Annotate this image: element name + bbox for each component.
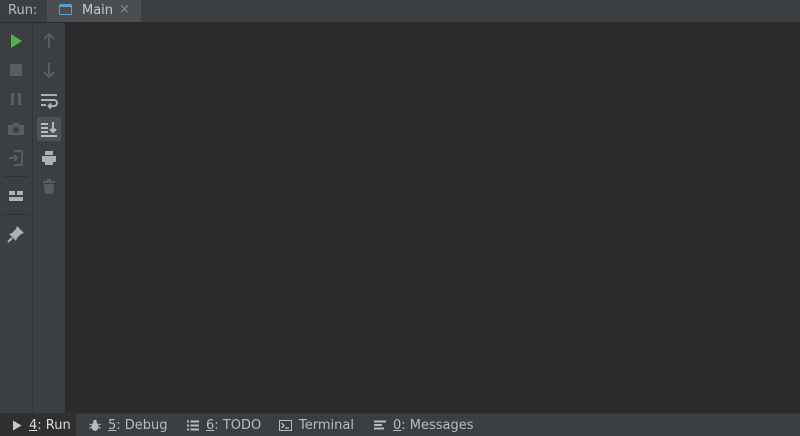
- print-button[interactable]: [37, 146, 61, 170]
- arrow-up-icon: [43, 32, 55, 48]
- tab-main[interactable]: Main ×: [47, 0, 141, 22]
- terminal-icon: [279, 419, 292, 431]
- soft-wrap-button[interactable]: [37, 88, 61, 112]
- tool-window-run[interactable]: 4: Run: [0, 414, 76, 436]
- print-icon: [42, 151, 56, 165]
- list-icon: [187, 420, 199, 431]
- exit-icon: [9, 150, 23, 166]
- run-icon: [11, 34, 22, 48]
- tool-window-debug[interactable]: 5: Debug: [89, 414, 168, 436]
- soft-wrap-icon: [41, 94, 58, 110]
- play-icon: [12, 420, 22, 431]
- exit-button[interactable]: [4, 146, 28, 170]
- pause-icon: [11, 93, 21, 105]
- next-occurrence-button[interactable]: [37, 58, 61, 82]
- layout-icon: [9, 191, 23, 201]
- trash-icon: [43, 179, 55, 194]
- restore-layout-button[interactable]: [4, 184, 28, 208]
- camera-icon: [8, 123, 24, 135]
- scroll-to-end-button[interactable]: [37, 117, 61, 141]
- console-window-icon: [59, 4, 72, 15]
- tool-window-messages[interactable]: 0: Messages: [374, 414, 474, 436]
- tool-window-terminal[interactable]: Terminal: [279, 414, 354, 436]
- tool-window-todo[interactable]: 6: TODO: [187, 414, 261, 436]
- stop-icon: [10, 64, 22, 76]
- close-icon[interactable]: ×: [119, 2, 130, 17]
- run-title: Run:: [8, 3, 38, 18]
- run-tool-window-header: Run: Main ×: [0, 0, 800, 23]
- tab-label: Main: [82, 3, 114, 18]
- primary-toolbar: [0, 23, 33, 413]
- clear-all-button[interactable]: [37, 175, 61, 199]
- tool-window-bar: 4: Run 5: Debug 6: TODO Terminal 0: Mess…: [0, 413, 800, 436]
- previous-occurrence-button[interactable]: [37, 29, 61, 53]
- rerun-button[interactable]: [4, 29, 28, 53]
- bug-icon: [89, 419, 101, 432]
- stop-button[interactable]: [4, 58, 28, 82]
- dump-threads-button[interactable]: [4, 117, 28, 141]
- messages-icon: [374, 420, 386, 430]
- pin-icon: [7, 226, 24, 243]
- secondary-toolbar: [33, 23, 66, 413]
- arrow-down-icon: [43, 63, 55, 79]
- console-output[interactable]: [66, 23, 800, 413]
- pin-button[interactable]: [4, 222, 28, 246]
- pause-button[interactable]: [4, 87, 28, 111]
- scroll-to-end-icon: [41, 122, 57, 137]
